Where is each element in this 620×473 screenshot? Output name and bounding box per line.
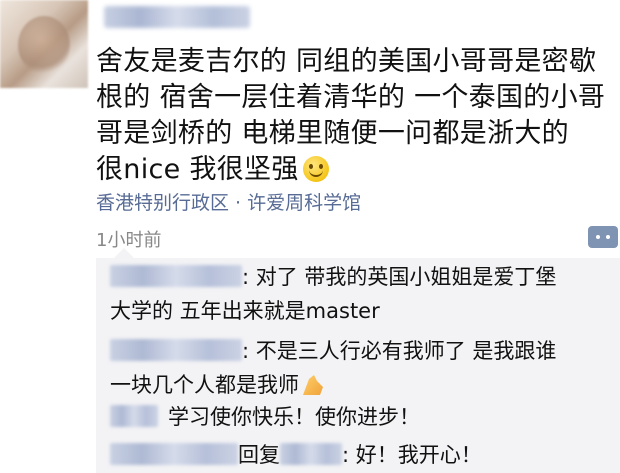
- location-link[interactable]: 香港特别行政区 · 许爱周科学馆: [96, 188, 361, 215]
- comment-text: 学习使你快乐！使你进步！: [168, 405, 420, 429]
- comment-text: 对了 带我的英国小姐姐是爱丁堡: [249, 265, 557, 289]
- reply-label: 回复: [238, 443, 280, 467]
- commenter-name-blurred[interactable]: [110, 265, 242, 287]
- post-line: 根的 宿舍一层住着清华的 一个泰国的小哥: [96, 82, 606, 113]
- commenter-name-blurred[interactable]: [110, 405, 158, 427]
- comment-text: 一块几个人都是我师: [110, 373, 299, 397]
- post-line: 舍友是麦吉尔的 同组的美国小哥哥是密歇: [96, 46, 597, 77]
- reply-target-name-blurred[interactable]: [280, 443, 342, 465]
- post-text: 舍友是麦吉尔的 同组的美国小哥哥是密歇 根的 宿舍一层住着清华的 一个泰国的小哥…: [96, 44, 608, 188]
- smile-emoji-icon: [302, 156, 329, 182]
- commenter-name-blurred[interactable]: [110, 443, 238, 465]
- comment-text: 好！我开心！: [349, 443, 482, 467]
- post-line: 很nice 我很坚强: [96, 152, 608, 188]
- comment-item[interactable]: : 对了 带我的英国小姐姐是爱丁堡 大学的 五年出来就是master: [110, 260, 610, 328]
- avatar[interactable]: [0, 0, 88, 88]
- comment-item[interactable]: : 不是三人行必有我师了 是我跟谁 一块几个人都是我师: [110, 334, 610, 402]
- comment-text: 不是三人行必有我师了 是我跟谁: [249, 339, 557, 363]
- comment-text: 大学的 五年出来就是master: [110, 299, 380, 323]
- comment-item[interactable]: 学习使你快乐！使你进步！: [110, 400, 610, 434]
- dot-icon: [606, 235, 610, 239]
- commenter-name-blurred[interactable]: [110, 339, 242, 361]
- post-line-text: 很nice 我很坚强: [96, 154, 299, 185]
- comment-item[interactable]: 回复: 好！我开心！: [110, 438, 610, 472]
- post-line: 哥是剑桥的 电梯里随便一问都是浙大的: [96, 118, 569, 149]
- comments-panel: : 对了 带我的英国小姐姐是爱丁堡 大学的 五年出来就是master : 不是三…: [96, 248, 620, 473]
- dot-icon: [596, 235, 600, 239]
- author-name-blurred[interactable]: [104, 6, 250, 28]
- clap-hands-icon: [303, 375, 323, 395]
- more-actions-button[interactable]: [588, 226, 618, 248]
